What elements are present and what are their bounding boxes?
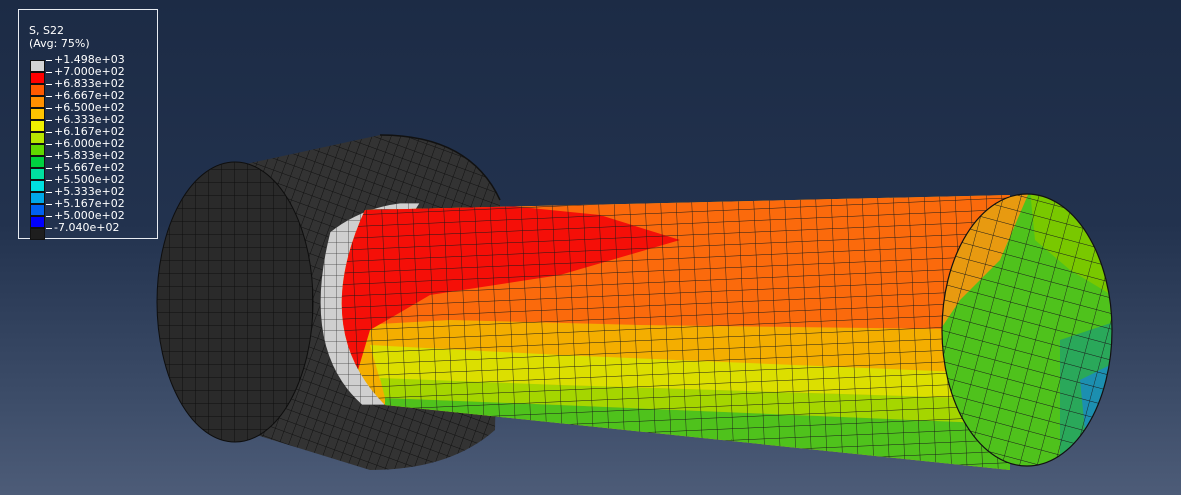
- legend-swatch: [30, 96, 45, 108]
- legend-swatch: [30, 168, 45, 180]
- legend-swatch: [30, 144, 45, 156]
- legend-tick: [46, 96, 52, 97]
- legend-swatch: [30, 204, 45, 216]
- legend-swatch: [30, 192, 45, 204]
- legend-swatch: [30, 108, 45, 120]
- legend-swatch: [30, 120, 45, 132]
- legend-tick: [46, 156, 52, 157]
- legend-swatch: [30, 216, 45, 228]
- contour-legend[interactable]: S, S22 (Avg: 75%) +1.498e+03 +7.000e+02 +6…: [18, 9, 158, 240]
- legend-tick: [46, 120, 52, 121]
- legend-tick: [46, 216, 52, 217]
- model-viewport[interactable]: [0, 0, 1181, 495]
- legend-title: S, S22: [29, 24, 64, 37]
- legend-swatch: [30, 132, 45, 144]
- legend-tick: [46, 168, 52, 169]
- legend-tick: [46, 204, 52, 205]
- legend-subtitle: (Avg: 75%): [29, 37, 90, 50]
- legend-tick: [46, 192, 52, 193]
- legend-tick: [46, 60, 52, 61]
- legend-tick: [46, 108, 52, 109]
- legend-swatch: [30, 72, 45, 84]
- legend-tick: [46, 228, 52, 229]
- legend-swatch: [30, 84, 45, 96]
- legend-tick: [46, 72, 52, 73]
- disc-front-face: [156, 161, 314, 443]
- legend-swatch: [30, 156, 45, 168]
- legend-tick: [46, 180, 52, 181]
- legend-tick: [46, 132, 52, 133]
- legend-swatch: [30, 228, 45, 240]
- legend-swatch: [30, 180, 45, 192]
- legend-swatch: [30, 60, 45, 72]
- legend-tick: [46, 144, 52, 145]
- legend-value: -7.040e+02: [54, 221, 120, 234]
- legend-tick: [46, 84, 52, 85]
